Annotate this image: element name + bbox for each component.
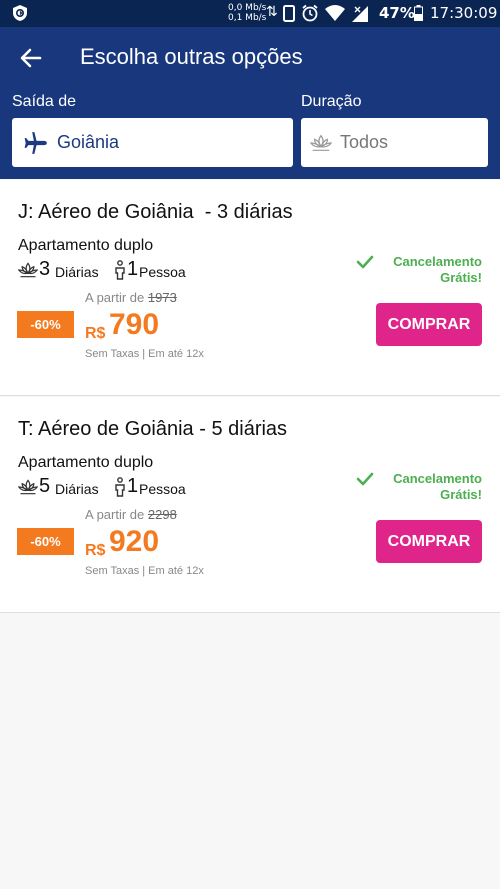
page-title: Escolha outras opções — [80, 44, 303, 69]
status-bar: 0,0 Mb/s 0,1 Mb/s ⇅ 47% 17:30:09 — [0, 0, 500, 27]
back-arrow-icon[interactable] — [18, 45, 44, 71]
phone-icon — [283, 4, 295, 22]
package-card[interactable]: J: Aéreo de Goiânia - 3 diárias Apartame… — [0, 180, 500, 396]
check-icon — [356, 255, 374, 269]
nights-count: 5 — [39, 475, 51, 497]
nights-label: Diárias — [55, 264, 99, 280]
duration-label: Duração — [301, 93, 362, 110]
people-label: Pessoa — [139, 264, 186, 280]
cancel-line-2: Grátis! — [440, 487, 482, 502]
tax-note: Sem Taxas | Em até 12x — [85, 348, 204, 360]
cancel-line-1: Cancelamento — [393, 471, 482, 486]
price-from: A partir de 2298 — [85, 507, 177, 522]
discount-badge: -60% — [17, 311, 74, 338]
old-price: 2298 — [147, 507, 177, 522]
package-title: T: Aéreo de Goiânia - 5 diárias — [18, 418, 288, 440]
departure-field[interactable]: Goiânia — [12, 118, 293, 167]
package-title: J: Aéreo de Goiânia - 3 diárias — [18, 201, 293, 223]
vpn-shield-icon — [13, 5, 27, 21]
cancel-line-1: Cancelamento — [393, 254, 482, 269]
cancel-line-2: Grátis! — [440, 270, 482, 285]
currency-symbol: R$ — [85, 542, 106, 559]
free-cancellation-label: Cancelamento Grátis! — [393, 254, 482, 286]
app-header: Escolha outras opções Saída de Goiânia D… — [0, 27, 500, 179]
from-label: A partir de — [85, 290, 145, 305]
price: 790 — [109, 308, 160, 341]
check-icon — [356, 472, 374, 486]
buy-button[interactable]: COMPRAR — [376, 303, 482, 346]
net-up-speed: 0,0 Mb/s — [228, 3, 267, 13]
nights-label: Diárias — [55, 481, 99, 497]
duration-field[interactable]: Todos — [301, 118, 488, 167]
duration-value: Todos — [340, 132, 389, 152]
free-cancellation-label: Cancelamento Grátis! — [393, 471, 482, 503]
people-count: 1 — [127, 258, 139, 280]
wifi-icon — [325, 5, 345, 21]
departure-value: Goiânia — [57, 132, 120, 152]
departure-label: Saída de — [12, 93, 77, 110]
lotus-icon — [310, 134, 332, 151]
alarm-icon — [302, 4, 318, 22]
nights-count: 3 — [39, 258, 51, 280]
from-label: A partir de — [85, 507, 145, 522]
old-price: 1973 — [147, 290, 177, 305]
currency-symbol: R$ — [85, 325, 106, 342]
people-label: Pessoa — [139, 481, 186, 497]
signal-icon — [352, 5, 368, 22]
buy-button[interactable]: COMPRAR — [376, 520, 482, 563]
room-type: Apartamento duplo — [18, 454, 154, 471]
lotus-icon — [18, 479, 38, 495]
network-speed: 0,0 Mb/s 0,1 Mb/s — [228, 3, 266, 23]
battery-percent: 47% — [379, 4, 415, 22]
price: 920 — [109, 525, 160, 558]
person-icon — [115, 477, 125, 497]
person-icon — [115, 260, 125, 280]
package-card[interactable]: T: Aéreo de Goiânia - 5 diárias Apartame… — [0, 397, 500, 613]
people-count: 1 — [127, 475, 139, 497]
room-type: Apartamento duplo — [18, 237, 154, 254]
discount-badge: -60% — [17, 528, 74, 555]
data-transfer-icon: ⇅ — [266, 4, 278, 20]
clock: 17:30:09 — [430, 4, 498, 22]
tax-note: Sem Taxas | Em até 12x — [85, 565, 204, 577]
battery-icon — [414, 5, 423, 21]
lotus-icon — [18, 262, 38, 278]
airplane-icon — [24, 132, 47, 154]
price-from: A partir de 1973 — [85, 290, 177, 305]
net-down-speed: 0,1 Mb/s — [228, 13, 267, 23]
